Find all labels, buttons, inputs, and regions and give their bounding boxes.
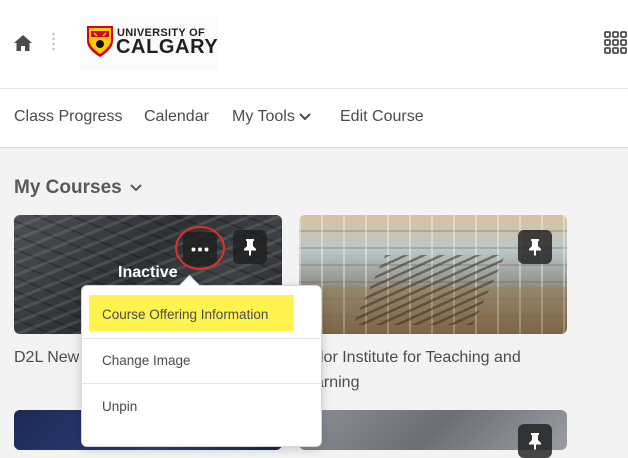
nav-class-progress[interactable]: Class Progress: [14, 108, 122, 126]
separator-dots-icon: [52, 32, 55, 51]
nav-edit-course[interactable]: Edit Course: [340, 108, 424, 126]
image-stairs-detail: [352, 255, 506, 325]
pin-icon: [529, 239, 541, 256]
my-courses-title[interactable]: My Courses: [14, 177, 142, 199]
menu-item-change-image[interactable]: Change Image: [82, 353, 321, 373]
menu-item-course-offering-information[interactable]: Course Offering Information: [82, 307, 321, 327]
pin-button[interactable]: [233, 230, 267, 264]
nav-item-label: Class Progress: [14, 108, 123, 125]
nav-item-label: Calendar: [144, 108, 209, 125]
nav-calendar[interactable]: Calendar: [144, 108, 209, 126]
course-options-menu: Course Offering Information Change Image…: [81, 274, 322, 447]
nav-my-tools[interactable]: My Tools: [232, 108, 311, 126]
course-card-title[interactable]: D2L New: [14, 345, 79, 370]
menu-item-label: Unpin: [102, 399, 138, 414]
university-crest-icon: [87, 26, 113, 57]
menu-item-label: Course Offering Information: [102, 307, 269, 322]
annotation-circle: [175, 226, 225, 270]
course-navbar: Class Progress Calendar My Tools Edit Co…: [0, 89, 628, 148]
pin-icon: [244, 239, 256, 256]
waffle-grid-icon[interactable]: [603, 29, 628, 57]
pin-button[interactable]: [518, 230, 552, 264]
logo-line2: CALGARY: [116, 36, 219, 58]
menu-divider: [82, 338, 321, 339]
top-header: UNIVERSITY OF CALGARY: [0, 0, 628, 89]
menu-item-unpin[interactable]: Unpin: [82, 399, 321, 419]
inactive-badge: Inactive: [118, 264, 178, 281]
menu-item-label: Change Image: [102, 353, 191, 368]
university-logo[interactable]: UNIVERSITY OF CALGARY: [80, 16, 218, 70]
course-card-title[interactable]: ylor Institute for Teaching and: [312, 345, 521, 370]
chevron-down-icon: [130, 184, 142, 191]
home-icon[interactable]: [13, 33, 33, 53]
nav-item-label: Edit Course: [340, 108, 424, 125]
pin-icon: [529, 433, 541, 450]
pin-button[interactable]: [518, 424, 552, 458]
nav-item-label: My Tools: [232, 108, 295, 125]
chevron-down-icon: [299, 113, 311, 120]
menu-divider: [82, 383, 321, 384]
